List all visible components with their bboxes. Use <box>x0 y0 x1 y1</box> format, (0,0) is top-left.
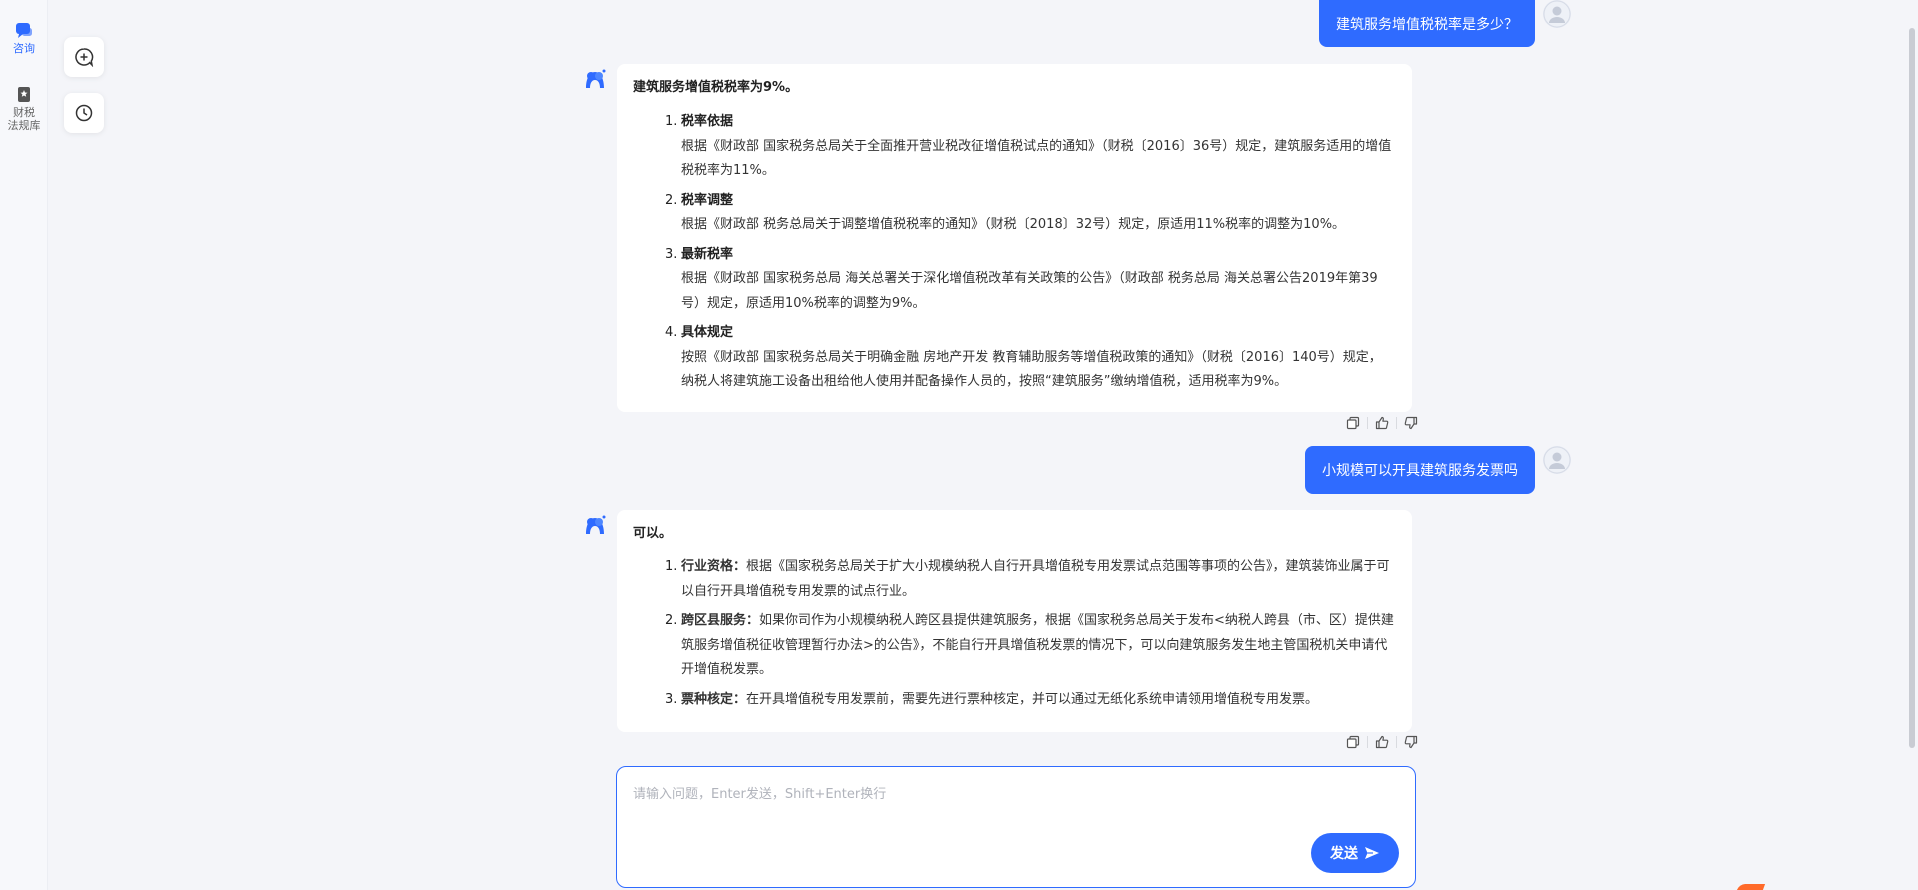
answer-item-text: 在开具增值税专用发票前，需要先进行票种核定，并可以通过无纸化系统申请领用增值税专… <box>746 691 1319 707</box>
answer-item-title: 票种核定： <box>681 691 747 707</box>
history-button[interactable] <box>64 93 104 133</box>
chat-bubbles-icon <box>16 23 32 38</box>
answer-item-number: 2. <box>665 613 678 628</box>
user-avatar <box>1543 446 1571 474</box>
answer-list: 1. 行业资格：根据《国家税务总局关于扩大小规模纳税人自行开具增值税专用发票试点… <box>665 555 1394 712</box>
answer-list-item: 4. 具体规定 按照《财政部 国家税务总局关于明确金融 房地产开发 教育辅助服务… <box>665 321 1394 395</box>
new-chat-button[interactable] <box>64 37 104 77</box>
user-message-bubble: 小规模可以开具建筑服务发票吗 <box>1305 446 1535 494</box>
nav-item-law-library-label-line1: 财税 <box>13 106 35 119</box>
answer-list-item: 3. 票种核定：在开具增值税专用发票前，需要先进行票种核定，并可以通过无纸化系统… <box>665 688 1394 713</box>
like-button[interactable] <box>1373 414 1391 432</box>
answer-item-title: 税率调整 <box>681 192 734 208</box>
send-button-label: 发送 <box>1330 846 1358 862</box>
answer-item-number: 2. <box>665 192 678 208</box>
answer-item-text: 根据《财政部 国家税务总局关于全面推开营业税改征增值税试点的通知》（财税〔201… <box>681 138 1392 179</box>
user-message-bubble: 建筑服务增值税税率是多少？ <box>1319 0 1535 47</box>
answer-item-title: 跨区县服务： <box>681 613 760 628</box>
action-divider <box>1367 417 1368 429</box>
send-arrow-icon <box>1365 847 1379 859</box>
user-avatar-icon <box>1543 446 1571 474</box>
nav-item-law-library[interactable]: 财税 法规库 <box>0 86 48 132</box>
answer-item-number: 4. <box>665 325 678 340</box>
answer-item-number: 3. <box>665 691 678 707</box>
answer-lead: 可以。 <box>633 526 673 541</box>
answer-actions <box>1344 414 1420 432</box>
like-button[interactable] <box>1373 733 1391 751</box>
answer-list-item: 1. 行业资格：根据《国家税务总局关于扩大小规模纳税人自行开具增值税专用发票试点… <box>665 555 1394 604</box>
copy-icon <box>1346 416 1360 430</box>
user-message: 小规模可以开具建筑服务发票吗 <box>1305 446 1571 494</box>
nav-item-consult-label: 咨询 <box>13 42 35 55</box>
question-input[interactable] <box>633 783 1393 843</box>
user-avatar <box>1543 0 1571 28</box>
answer-list-item: 2. 税率调整 根据《财政部 税务总局关于调整增值税税率的通知》（财税〔2018… <box>665 189 1394 238</box>
answer-list: 1. 税率依据 根据《财政部 国家税务总局关于全面推开营业税改征增值税试点的通知… <box>665 110 1394 395</box>
left-nav-rail: 咨询 财税 法规库 <box>0 0 48 890</box>
thumbs-down-icon <box>1404 416 1418 430</box>
answer-list-item: 3. 最新税率 根据《财政部 国家税务总局 海关总署关于深化增值税改革有关政策的… <box>665 243 1394 317</box>
answer-item-text: 根据《国家税务总局关于扩大小规模纳税人自行开具增值税专用发票试点范围等事项的公告… <box>681 559 1390 599</box>
answer-item-text: 根据《财政部 国家税务总局 海关总署关于深化增值税改革有关政策的公告》（财政部 … <box>681 271 1378 311</box>
new-chat-icon <box>75 48 94 67</box>
action-divider <box>1396 736 1397 748</box>
dislike-button[interactable] <box>1402 414 1420 432</box>
answer-item-number: 1. <box>665 559 678 574</box>
answer-item-title: 最新税率 <box>681 246 734 262</box>
user-avatar-icon <box>1543 0 1571 28</box>
action-divider <box>1396 417 1397 429</box>
answer-item-title: 行业资格： <box>681 559 747 574</box>
thumbs-up-icon <box>1375 735 1389 749</box>
answer-lead: 建筑服务增值税税率为9%。 <box>633 80 799 95</box>
assistant-avatar-icon <box>586 69 606 88</box>
copy-button[interactable] <box>1344 414 1362 432</box>
answer-item-text: 根据《财政部 税务总局关于调整增值税税率的通知》（财税〔2018〕32号）规定，… <box>681 217 1346 232</box>
nav-item-law-library-label-line2: 法规库 <box>7 119 41 132</box>
answer-item-text: 如果你司作为小规模纳税人跨区县提供建筑服务，根据《国家税务总局关于发布<纳税人跨… <box>681 613 1394 677</box>
copy-icon <box>1346 735 1360 749</box>
assistant-answer: 建筑服务增值税税率为9%。 1. 税率依据 根据《财政部 国家税务总局关于全面推… <box>617 64 1412 412</box>
action-divider <box>1367 736 1368 748</box>
send-button[interactable]: 发送 <box>1311 833 1399 873</box>
answer-item-number: 1. <box>665 114 678 129</box>
law-book-icon <box>18 87 30 102</box>
dislike-button[interactable] <box>1402 733 1420 751</box>
assistant-answer: 可以。 1. 行业资格：根据《国家税务总局关于扩大小规模纳税人自行开具增值税专用… <box>617 510 1412 732</box>
answer-list-item: 2. 跨区县服务：如果你司作为小规模纳税人跨区县提供建筑服务，根据《国家税务总局… <box>665 609 1394 683</box>
message-composer: 发送 <box>616 766 1416 888</box>
thumbs-up-icon <box>1375 416 1389 430</box>
answer-item-text: 按照《财政部 国家税务总局关于明确金融 房地产开发 教育辅助服务等增值税政策的通… <box>681 349 1382 390</box>
answer-actions <box>1344 733 1420 751</box>
nav-item-consult[interactable]: 咨询 <box>0 22 48 55</box>
answer-item-number: 3. <box>665 246 678 262</box>
thumbs-down-icon <box>1404 735 1418 749</box>
answer-list-item: 1. 税率依据 根据《财政部 国家税务总局关于全面推开营业税改征增值税试点的通知… <box>665 110 1394 184</box>
user-message: 建筑服务增值税税率是多少？ <box>1319 0 1571 47</box>
scrollbar-track[interactable] <box>1904 0 1918 890</box>
assistant-avatar-icon <box>586 515 606 534</box>
answer-item-title: 具体规定 <box>681 325 734 340</box>
answer-item-title: 税率依据 <box>681 114 734 129</box>
corner-decoration <box>1736 884 1766 890</box>
copy-button[interactable] <box>1344 733 1362 751</box>
scrollbar-thumb[interactable] <box>1909 28 1915 748</box>
history-clock-icon <box>75 104 93 122</box>
